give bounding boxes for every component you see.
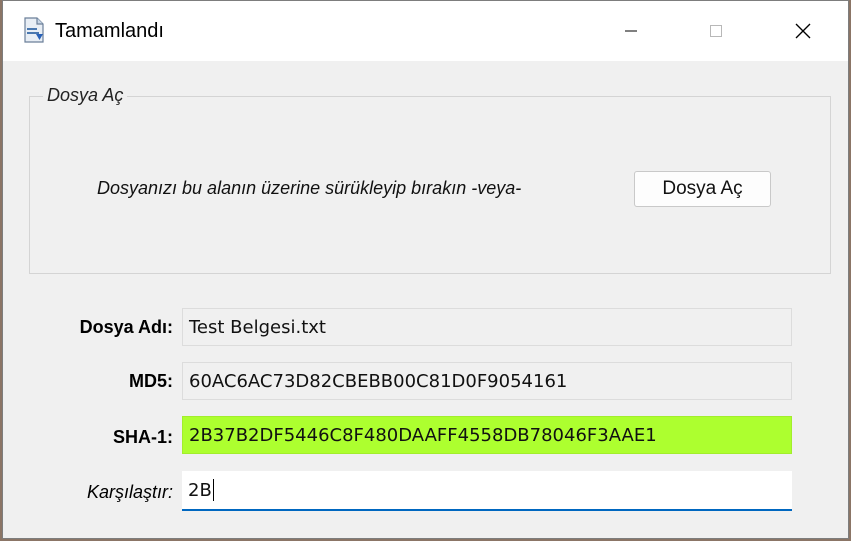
compare-label: Karşılaştır: [86,482,173,502]
window-title: Tamamlandı [55,20,164,42]
open-file-button[interactable]: Dosya Aç [634,171,771,207]
close-button[interactable] [780,9,826,53]
maximize-icon [710,25,722,37]
drop-instruction: Dosyanızı bu alanın üzerine sürükleyip b… [97,178,522,198]
title-bar[interactable]: Tamamlandı [3,1,848,61]
document-app-icon [24,17,44,43]
md5-label: MD5: [129,371,173,391]
md5-value: 60AC6AC73D82CBEBB00C81D0F9054161 [189,370,568,392]
sha1-label: SHA-1: [112,427,173,447]
text-caret [212,479,214,501]
filename-value: Test Belgesi.txt [189,316,326,338]
md5-field[interactable]: 60AC6AC73D82CBEBB00C81D0F9054161 [182,362,792,400]
compare-input[interactable]: 2B [182,471,792,511]
close-icon [795,23,811,39]
compare-value: 2B [188,479,212,501]
filename-label: Dosya Adı: [79,317,173,337]
filename-field[interactable]: Test Belgesi.txt [182,308,792,346]
sha1-value: 2B37B2DF5446C8F480DAAFF4558DB78046F3AAE1 [189,424,657,446]
minimize-icon [625,30,637,32]
group-legend: Dosya Aç [43,85,128,106]
minimize-button[interactable] [608,9,654,53]
maximize-button[interactable] [693,9,739,53]
hash-window: Tamamlandı Dosya Aç Dosyanızı bu alanın … [2,0,849,539]
sha1-field[interactable]: 2B37B2DF5446C8F480DAAFF4558DB78046F3AAE1 [182,416,792,454]
